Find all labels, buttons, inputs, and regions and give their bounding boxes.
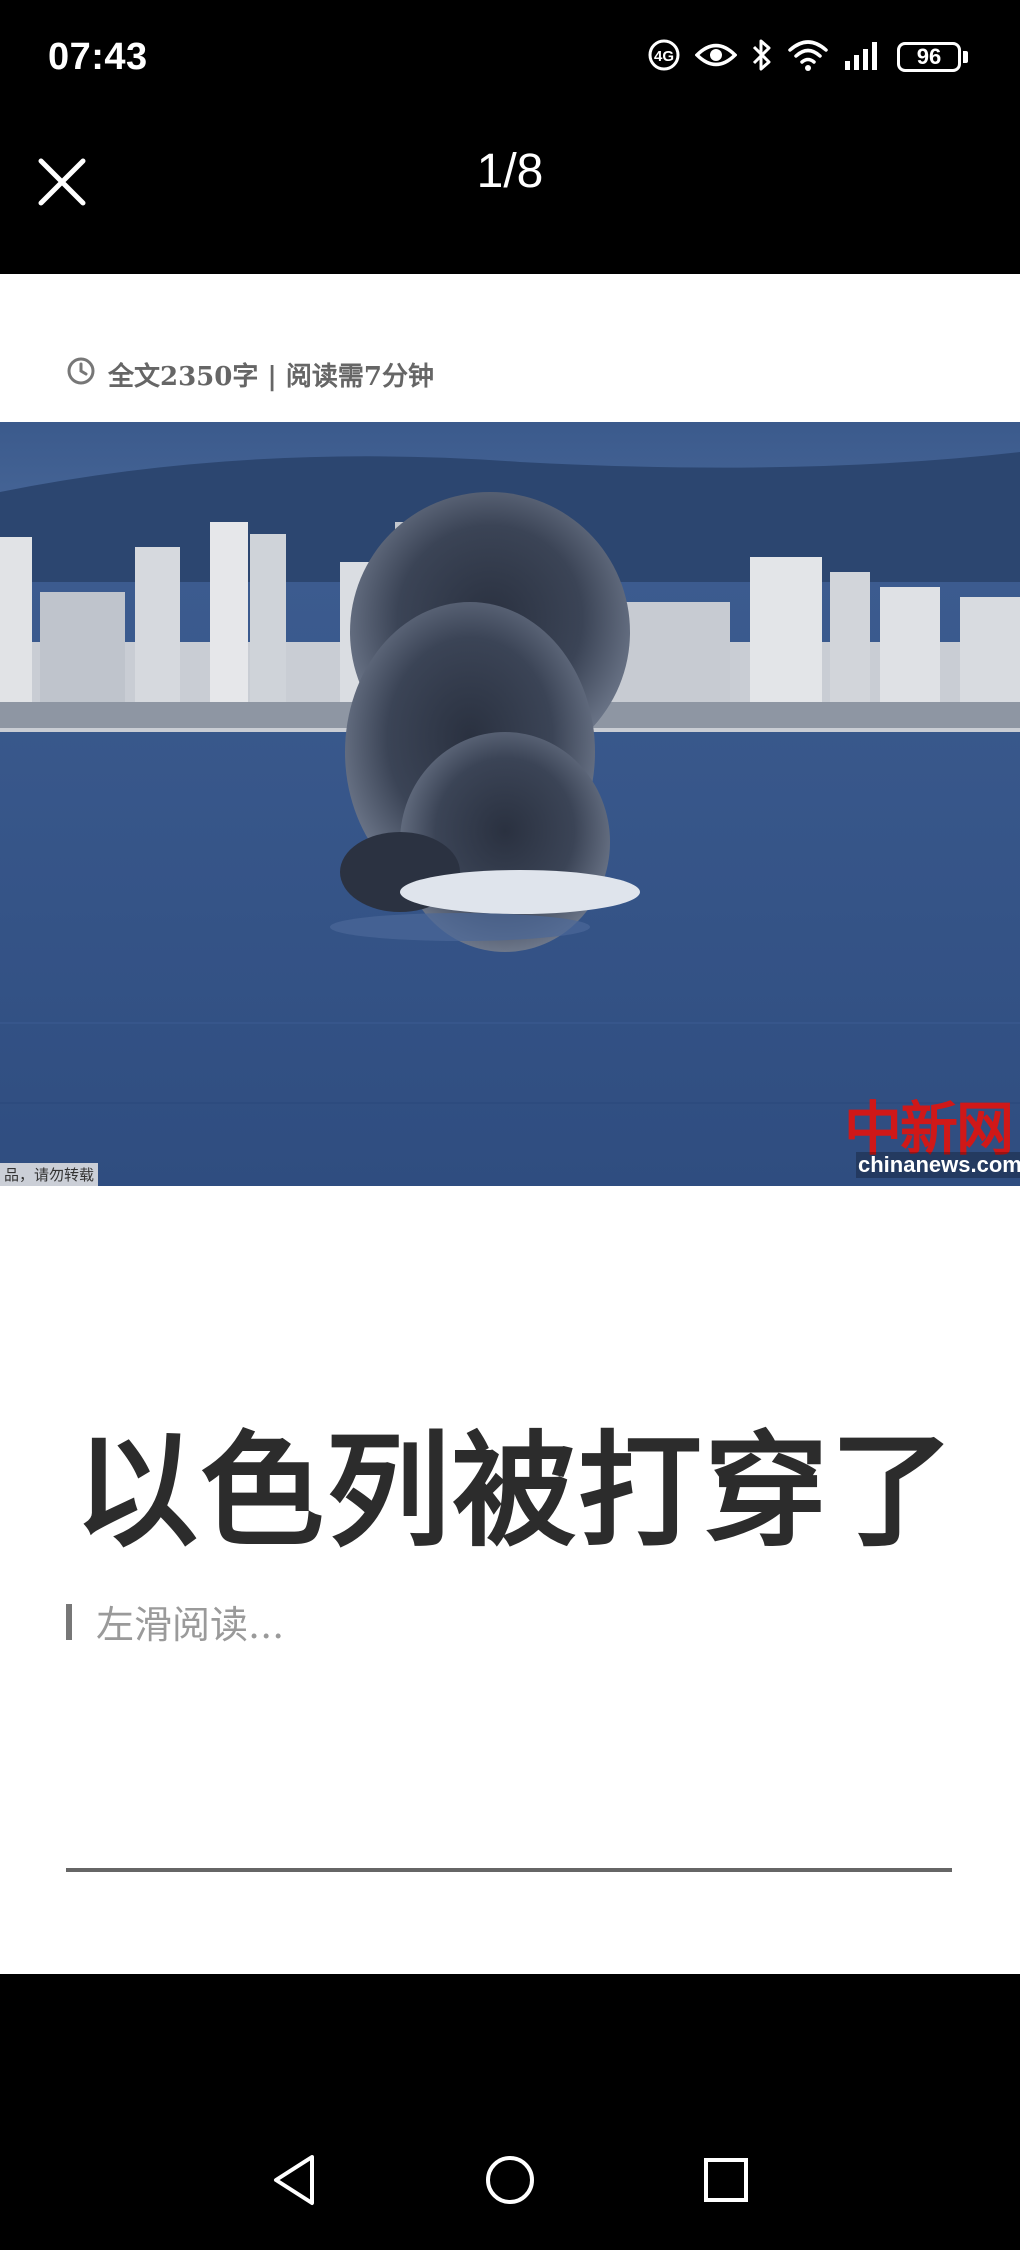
- swipe-hint-text: 左滑阅读...: [96, 1603, 285, 1647]
- status-bar: 07:43 4G 96: [0, 0, 1020, 118]
- recents-icon: [704, 2158, 748, 2202]
- swipe-hint: 左滑阅读...: [66, 1594, 284, 1649]
- article-page[interactable]: 全文2350字 | 阅读需7分钟 中新网 chinanews.com 品，请勿转…: [0, 274, 1020, 1974]
- divider: [66, 1868, 952, 1872]
- watermark-url: chinanews.com.cn: [856, 1152, 1020, 1178]
- home-icon: [486, 2156, 534, 2204]
- recents-button[interactable]: [686, 2140, 766, 2220]
- back-icon: [274, 2155, 314, 2205]
- battery-level: 96: [897, 42, 961, 72]
- viewer-header: 1/8: [0, 118, 1020, 274]
- hd-call-icon: 4G: [647, 38, 681, 76]
- article-photo: 中新网 chinanews.com.cn 品，请勿转载: [0, 422, 1020, 1186]
- signal-icon: [843, 39, 883, 75]
- back-button[interactable]: [254, 2140, 334, 2220]
- navigation-bar: [0, 2130, 1020, 2250]
- status-icons: 4G 96: [647, 38, 968, 76]
- hint-bar: [66, 1603, 72, 1640]
- clock-icon: [66, 356, 96, 393]
- page-counter: 1/8: [476, 145, 544, 198]
- article-meta: 全文2350字 | 阅读需7分钟: [66, 356, 434, 393]
- battery-icon: 96: [897, 42, 968, 72]
- photo-credit: 品，请勿转载: [0, 1163, 99, 1186]
- meta-text: 全文2350字 | 阅读需7分钟: [108, 362, 435, 392]
- home-button[interactable]: [470, 2140, 550, 2220]
- bluetooth-icon: [751, 38, 773, 76]
- headline: 以色列被打穿了: [74, 1419, 957, 1564]
- status-time: 07:43: [48, 36, 148, 78]
- eye-comfort-icon: [694, 40, 738, 74]
- wifi-icon: [787, 38, 829, 76]
- svg-text:4G: 4G: [654, 48, 674, 65]
